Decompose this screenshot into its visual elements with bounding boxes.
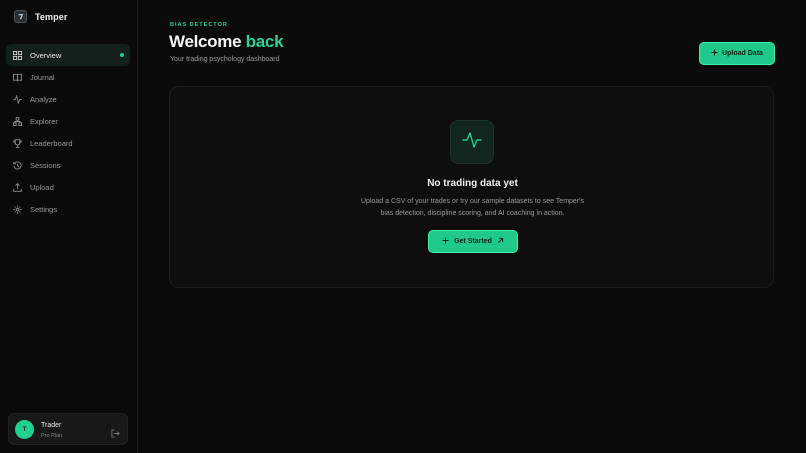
sidebar-item-explorer[interactable]: Explorer bbox=[6, 110, 130, 132]
sidebar-item-overview[interactable]: Overview bbox=[6, 44, 130, 66]
sidebar-item-label: Explorer bbox=[30, 116, 58, 126]
sidebar-item-label: Overview bbox=[30, 50, 62, 60]
trophy-icon bbox=[13, 138, 22, 148]
plus-icon bbox=[711, 49, 718, 58]
upload-data-label: Upload Data bbox=[722, 50, 763, 57]
user-plan: Pro Plan bbox=[41, 433, 63, 439]
brand-name: Temper bbox=[35, 11, 68, 22]
brand[interactable]: Temper bbox=[14, 10, 67, 23]
sidebar-item-label: Journal bbox=[30, 72, 55, 82]
grid-icon bbox=[13, 50, 22, 60]
book-icon bbox=[13, 73, 22, 82]
user-name: Trader bbox=[41, 422, 62, 429]
gear-icon bbox=[13, 204, 22, 214]
plus-icon bbox=[442, 237, 449, 246]
upload-data-button[interactable]: Upload Data bbox=[699, 42, 775, 65]
get-started-label: Get Started bbox=[454, 238, 492, 245]
avatar: T bbox=[15, 420, 34, 439]
section-eyebrow: BIAS DETECTOR bbox=[170, 22, 228, 28]
sidebar-item-label: Sessions bbox=[30, 160, 61, 170]
sidebar-item-analyze[interactable]: Analyze bbox=[6, 88, 130, 110]
pulse-icon-box bbox=[450, 120, 494, 164]
sidebar-nav: Overview Journal Analyze Explorer Leader… bbox=[6, 44, 130, 220]
page-title-main: Welcome bbox=[169, 32, 242, 51]
logout-icon[interactable] bbox=[111, 425, 120, 438]
sidebar-item-sessions[interactable]: Sessions bbox=[6, 154, 130, 176]
arrow-up-right-icon bbox=[497, 237, 504, 246]
empty-state-desc-line: bias detection, discipline scoring, and … bbox=[380, 210, 565, 217]
sidebar-item-leaderboard[interactable]: Leaderboard bbox=[6, 132, 130, 154]
network-icon bbox=[13, 116, 22, 126]
sidebar: Temper Overview Journal Analyze Explorer… bbox=[0, 0, 138, 453]
sidebar-item-label: Analyze bbox=[30, 94, 57, 104]
sidebar-item-label: Upload bbox=[30, 182, 54, 192]
page-title: Welcome back bbox=[169, 32, 284, 52]
history-icon bbox=[13, 161, 22, 170]
empty-state-card: No trading data yet Upload a CSV of your… bbox=[169, 86, 774, 288]
empty-state-title: No trading data yet bbox=[427, 178, 518, 189]
empty-state-desc-line: Upload a CSV of your trades or try our s… bbox=[361, 198, 584, 205]
activity-icon bbox=[13, 94, 22, 104]
active-indicator-dot bbox=[120, 53, 124, 57]
activity-icon bbox=[462, 131, 482, 154]
page-title-accent: back bbox=[245, 32, 284, 51]
sidebar-item-label: Leaderboard bbox=[30, 138, 73, 148]
user-card[interactable]: T Trader Pro Plan bbox=[8, 413, 128, 445]
temper-logo-icon bbox=[14, 10, 27, 23]
sidebar-item-label: Settings bbox=[30, 204, 58, 214]
get-started-button[interactable]: Get Started bbox=[428, 230, 518, 253]
page-subtitle: Your trading psychology dashboard bbox=[170, 56, 280, 63]
sidebar-item-upload[interactable]: Upload bbox=[6, 176, 130, 198]
empty-state-description: Upload a CSV of your trades or try our s… bbox=[170, 196, 775, 220]
upload-icon bbox=[13, 182, 22, 192]
sidebar-item-journal[interactable]: Journal bbox=[6, 66, 130, 88]
sidebar-item-settings[interactable]: Settings bbox=[6, 198, 130, 220]
